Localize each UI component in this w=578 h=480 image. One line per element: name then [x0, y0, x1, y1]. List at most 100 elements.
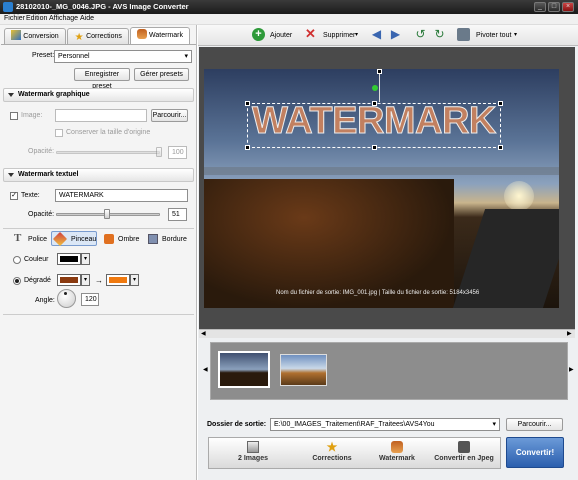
- toolbar: + Ajouter ✕ Supprimer ▾ ◀ ▶ ↺ ↻ Pivoter …: [198, 25, 578, 46]
- tab-label: Conversion: [23, 33, 59, 40]
- delete-button[interactable]: Supprimer: [323, 29, 355, 42]
- rotate-left-icon[interactable]: ↺: [414, 28, 427, 41]
- shadow-icon: [104, 234, 114, 244]
- gradient-to-picker[interactable]: [106, 274, 130, 286]
- add-button[interactable]: Ajouter: [270, 29, 292, 42]
- image-checkbox[interactable]: [10, 112, 18, 120]
- angle-dial[interactable]: [57, 289, 76, 308]
- color-picker[interactable]: [57, 253, 81, 265]
- tab-divider: [1, 44, 196, 45]
- menu-affichage[interactable]: Affichage: [49, 15, 78, 22]
- text-opacity-value[interactable]: 51: [168, 208, 187, 221]
- chevron-down-icon[interactable]: ▾: [130, 274, 139, 286]
- save-preset-button[interactable]: Enregistrer preset: [74, 68, 130, 90]
- resize-handle[interactable]: [372, 101, 377, 106]
- scroll-right-icon[interactable]: ▶: [567, 330, 572, 337]
- minimize-icon[interactable]: _: [534, 2, 546, 12]
- menu-aide[interactable]: Aide: [80, 15, 94, 22]
- delete-icon[interactable]: ✕: [304, 27, 317, 41]
- font-icon: T: [14, 232, 22, 244]
- divider: [3, 314, 194, 315]
- chevron-down-icon[interactable]: ▾: [81, 274, 90, 286]
- close-icon[interactable]: ×: [562, 2, 574, 12]
- resize-handle[interactable]: [245, 145, 250, 150]
- add-icon[interactable]: +: [252, 28, 265, 41]
- stamp-icon: [137, 29, 148, 39]
- menu-fichier[interactable]: Fichier: [4, 15, 25, 22]
- rotate-center-icon[interactable]: [372, 85, 378, 91]
- graphic-opacity-value[interactable]: 100: [168, 146, 187, 159]
- chevron-down-icon[interactable]: ▾: [514, 29, 517, 42]
- chevron-down-icon[interactable]: ▾: [81, 253, 90, 265]
- maximize-icon[interactable]: □: [548, 2, 560, 12]
- gradient-radio[interactable]: [13, 277, 21, 285]
- step-images[interactable]: 2 Images: [209, 438, 297, 468]
- image-path-field[interactable]: [55, 109, 147, 122]
- text-checkbox[interactable]: ✓: [10, 192, 18, 200]
- thumbnail-2[interactable]: [280, 354, 327, 386]
- rotate-right-icon[interactable]: ↻: [433, 28, 446, 41]
- color-radio[interactable]: [13, 256, 21, 264]
- chevron-down-icon: ▾: [492, 421, 496, 428]
- arrow-right-icon: →: [95, 276, 103, 285]
- gradient-from-picker[interactable]: [57, 274, 81, 286]
- keep-size-label: Conserver la taille d'origine: [66, 129, 151, 136]
- tab-watermark[interactable]: Watermark: [130, 27, 190, 44]
- watermark-selection-box[interactable]: [247, 103, 501, 148]
- preset-label: Preset:: [32, 52, 55, 59]
- resize-handle[interactable]: [498, 145, 503, 150]
- style-tab-ombre[interactable]: Ombre: [118, 236, 139, 243]
- image-browse-button[interactable]: Parcourir...: [151, 109, 188, 122]
- preset-select[interactable]: Personnel ▾: [54, 50, 192, 63]
- graphic-watermark-header[interactable]: Watermark graphique: [3, 88, 194, 102]
- graphic-opacity-slider[interactable]: [56, 151, 160, 154]
- chevron-down-icon[interactable]: ▾: [355, 29, 358, 42]
- output-folder-field[interactable]: E:\00_IMAGES_Traitement\RAF_Traitees\AVS…: [270, 418, 500, 431]
- keep-size-checkbox[interactable]: [55, 129, 63, 137]
- menu-bar: Fichier Edition Affichage Aide: [0, 14, 578, 25]
- vineyard: [204, 179, 454, 308]
- collapse-icon: [8, 173, 14, 177]
- thumbnail-1[interactable]: [218, 351, 270, 388]
- scroll-left-icon[interactable]: ◀: [201, 330, 206, 337]
- rotate-all-button[interactable]: Pivoter tout: [476, 29, 511, 42]
- resize-handle[interactable]: [372, 145, 377, 150]
- conversion-icon: [11, 30, 22, 40]
- style-tab-police[interactable]: Police: [28, 236, 47, 243]
- step-label: Convertir en Jpeg: [434, 455, 494, 462]
- tab-corrections[interactable]: ★ Corrections: [67, 28, 129, 44]
- style-tab-pinceau-label: Pinceau: [71, 236, 97, 243]
- filmstrip-right-icon[interactable]: ▶: [569, 366, 574, 373]
- arrow-right-icon[interactable]: ▶: [389, 28, 402, 41]
- text-input[interactable]: WATERMARK: [55, 189, 188, 202]
- dial-marker: [64, 292, 67, 295]
- angle-input[interactable]: 120: [81, 293, 99, 306]
- star-icon: ★: [74, 32, 84, 43]
- horizontal-scrollbar[interactable]: [199, 329, 575, 338]
- divider: [3, 228, 194, 229]
- step-watermark[interactable]: Watermark: [367, 438, 427, 468]
- style-tab-bordure[interactable]: Bordure: [162, 236, 187, 243]
- text-opacity-thumb[interactable]: [104, 209, 110, 219]
- step-label: Corrections: [312, 455, 352, 462]
- text-watermark-header[interactable]: Watermark textuel: [3, 168, 194, 182]
- step-corrections[interactable]: ★ Corrections: [297, 438, 367, 468]
- manage-presets-button[interactable]: Gérer presets: [134, 68, 189, 81]
- graphic-opacity-label: Opacité:: [28, 148, 55, 155]
- menu-edition[interactable]: Edition: [26, 15, 47, 22]
- resize-handle[interactable]: [245, 101, 250, 106]
- text-opacity-label: Opacité:: [28, 211, 55, 218]
- window-title: 28102010-_MG_0046.JPG - AVS Image Conver…: [16, 2, 189, 11]
- graphic-opacity-thumb[interactable]: [156, 147, 162, 157]
- color-swatch: [60, 256, 78, 262]
- camera-icon: [458, 441, 470, 453]
- resize-handle[interactable]: [498, 101, 503, 106]
- arrow-left-icon[interactable]: ◀: [370, 28, 383, 41]
- step-convert-jpeg[interactable]: Convertir en Jpeg: [427, 438, 501, 468]
- sun: [504, 181, 534, 211]
- convert-button[interactable]: Convertir!: [506, 437, 564, 468]
- output-browse-button[interactable]: Parcourir...: [506, 418, 563, 431]
- filmstrip-left-icon[interactable]: ◀: [203, 366, 208, 373]
- rotate-all-icon[interactable]: [457, 28, 470, 41]
- tab-conversion[interactable]: Conversion: [4, 28, 66, 44]
